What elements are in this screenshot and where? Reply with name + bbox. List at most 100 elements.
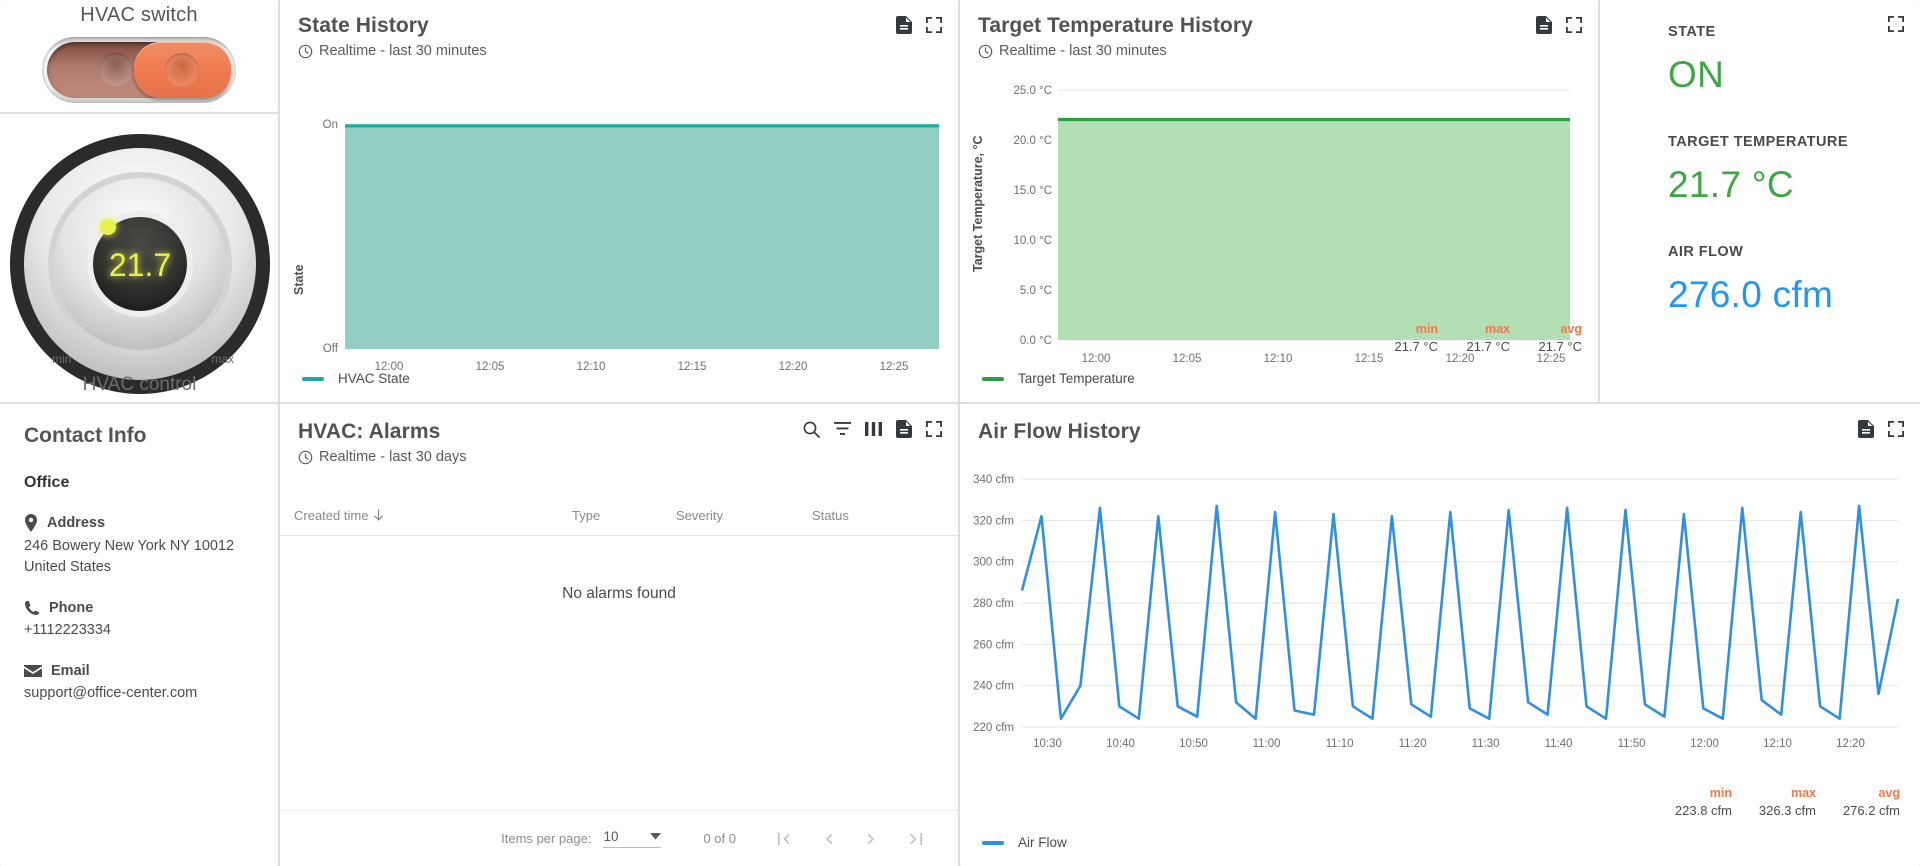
hvac-switch-toggle[interactable] [42, 37, 236, 103]
target-temp-actions [1536, 16, 1582, 34]
stat-min-value: 223.8 cfm [1648, 803, 1732, 818]
export-file-icon[interactable] [1536, 16, 1552, 34]
svg-text:12:00: 12:00 [1690, 738, 1719, 750]
svg-text:12:25: 12:25 [1537, 353, 1566, 365]
hvac-switch-title: HVAC switch [0, 0, 278, 27]
stat-avg-value: 21.7 °C [1510, 339, 1582, 354]
svg-text:12:15: 12:15 [678, 361, 707, 373]
target-temp-history-title: Target Temperature History [978, 14, 1580, 38]
column-header-severity[interactable]: Severity [676, 508, 812, 523]
next-page-icon[interactable] [852, 819, 892, 859]
svg-text:0.0 °C: 0.0 °C [1020, 335, 1052, 347]
svg-text:11:50: 11:50 [1618, 738, 1646, 750]
alarms-actions [803, 420, 942, 438]
state-ytick-off: Off [323, 343, 339, 355]
target-temp-subtitle-row: Realtime - last 30 minutes [978, 43, 1580, 59]
svg-text:12:15: 12:15 [1355, 353, 1384, 365]
phone-icon [24, 600, 40, 616]
hvac-knob-card: 21.7 min max HVAC control [0, 113, 279, 403]
clock-icon [298, 44, 313, 59]
stat-max-value: 326.3 cfm [1732, 803, 1816, 818]
air-flow-history-card: Air Flow History 220 cfm240 cfm260 cfm28… [959, 403, 1920, 866]
svg-text:12:10: 12:10 [1264, 353, 1293, 365]
pagination-range-label: 0 of 0 [703, 831, 736, 846]
svg-text:320 cfm: 320 cfm [973, 515, 1014, 527]
legend-swatch-icon [982, 377, 1004, 381]
fullscreen-icon[interactable] [926, 421, 942, 437]
previous-page-icon[interactable] [808, 819, 848, 859]
air-flow-xticks: 10:3010:4010:5011:0011:1011:2011:3011:40… [1033, 738, 1865, 750]
alarms-card: HVAC: Alarms Realtime - last 30 days [279, 403, 959, 866]
export-file-icon[interactable] [896, 16, 912, 34]
knob-value: 21.7 [109, 247, 171, 283]
state-history-subtitle-row: Realtime - last 30 minutes [298, 43, 940, 59]
column-header-type[interactable]: Type [572, 508, 676, 523]
stat-air-flow-value: 276.0 cfm [1668, 274, 1920, 316]
switch-knob-icon[interactable] [134, 42, 231, 98]
svg-text:12:25: 12:25 [880, 361, 909, 373]
air-flow-actions [1858, 420, 1904, 438]
stat-avg-value: 276.2 cfm [1816, 803, 1900, 818]
fullscreen-icon[interactable] [1888, 421, 1904, 437]
envelope-icon [24, 664, 42, 678]
svg-text:240 cfm: 240 cfm [973, 681, 1014, 693]
target-temp-ylabel: Target Temperature, °C [971, 135, 985, 272]
target-temp-history-card: Target Temperature History Realtime - la… [959, 0, 1599, 403]
export-file-icon[interactable] [1858, 420, 1874, 438]
last-page-icon[interactable] [896, 819, 936, 859]
state-history-chart: State On Off 12:00 12:05 12:10 12:15 12:… [280, 90, 960, 390]
hvac-knob-stage[interactable]: 21.7 min max HVAC control [0, 114, 279, 404]
column-header-created-time[interactable]: Created time [294, 508, 572, 523]
svg-text:12:20: 12:20 [1836, 738, 1865, 750]
state-history-title: State History [298, 14, 940, 38]
svg-text:11:40: 11:40 [1545, 738, 1573, 750]
sort-descending-arrow-icon [373, 509, 384, 522]
state-area-fill [345, 128, 939, 349]
contact-address-label: Address [47, 515, 105, 531]
hvac-knob-dial[interactable]: 21.7 [0, 114, 279, 404]
svg-text:25.0 °C: 25.0 °C [1014, 85, 1052, 97]
chevron-down-icon [650, 833, 661, 840]
target-temp-legend-label: Target Temperature [1018, 371, 1135, 386]
stat-max-label: max [1438, 322, 1510, 336]
svg-text:11:10: 11:10 [1326, 738, 1354, 750]
stat-target-temp-label: TARGET TEMPERATURE [1668, 134, 1920, 150]
svg-text:300 cfm: 300 cfm [973, 557, 1014, 569]
stats-panel-card: STATE ON TARGET TEMPERATURE 21.7 °C AIR … [1599, 0, 1920, 403]
stat-air-flow-label: AIR FLOW [1668, 244, 1920, 260]
stat-min-label: min [1366, 322, 1438, 336]
svg-text:5.0 °C: 5.0 °C [1020, 285, 1052, 297]
state-history-legend[interactable]: HVAC State [302, 371, 410, 386]
svg-text:12:20: 12:20 [1446, 353, 1475, 365]
items-per-page-value: 10 [603, 829, 618, 844]
clock-icon [298, 450, 313, 465]
export-file-icon[interactable] [896, 420, 912, 438]
search-icon[interactable] [803, 421, 820, 438]
column-header-status[interactable]: Status [812, 508, 932, 523]
hvac-switch-card: HVAC switch [0, 0, 279, 113]
first-page-icon[interactable] [764, 819, 804, 859]
state-history-actions [896, 16, 942, 34]
target-temp-legend[interactable]: Target Temperature [982, 371, 1135, 386]
svg-text:260 cfm: 260 cfm [973, 639, 1014, 651]
items-per-page-select[interactable]: 10 [603, 829, 661, 848]
stat-state-value: ON [1668, 54, 1920, 96]
filter-icon[interactable] [834, 422, 851, 436]
fullscreen-icon[interactable] [926, 17, 942, 33]
state-ytick-on: On [323, 119, 338, 131]
column-label-severity: Severity [676, 508, 723, 523]
fullscreen-icon[interactable] [1566, 17, 1582, 33]
contact-email-label: Email [51, 663, 90, 679]
fullscreen-icon[interactable] [1888, 16, 1904, 32]
columns-icon[interactable] [865, 422, 882, 436]
contact-phone-row: Phone [24, 600, 254, 616]
air-flow-legend[interactable]: Air Flow [982, 835, 1067, 850]
clock-icon [978, 44, 993, 59]
stat-min-label: min [1648, 786, 1732, 800]
hvac-switch-wrap [0, 37, 278, 103]
svg-text:11:20: 11:20 [1399, 738, 1427, 750]
contact-info-title: Contact Info [24, 424, 254, 448]
target-temp-area-fill [1058, 121, 1570, 340]
contact-address-value: 246 Bowery New York NY 10012 United Stat… [24, 536, 254, 578]
svg-text:12:05: 12:05 [476, 361, 505, 373]
